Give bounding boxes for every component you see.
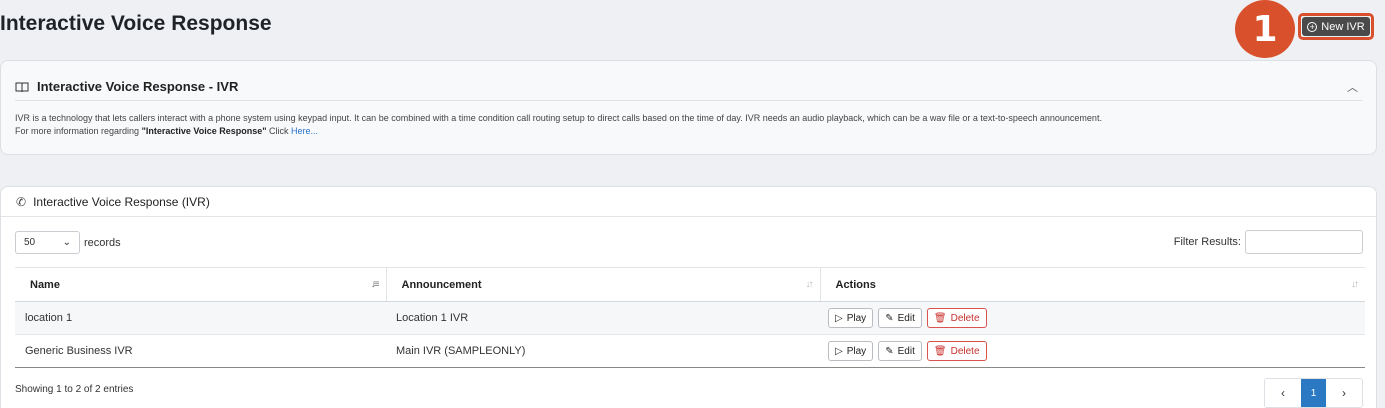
sort-icon: ↓↑ [805,279,814,290]
phone-icon: ✆ [16,194,27,209]
step-badge: 1 [1235,0,1295,58]
play-icon: ▷ [835,312,843,324]
prev-page-button[interactable]: ‹ [1265,379,1301,407]
column-header-name[interactable]: Name ↓≡ [15,267,386,302]
more-info-topic: "Interactive Voice Response" [141,126,267,136]
table-panel-header: ✆ Interactive Voice Response (IVR) [1,187,1376,217]
delete-label: Delete [950,312,980,324]
trash-icon: 🗑 [933,312,947,324]
delete-button[interactable]: 🗑 Delete [926,341,987,361]
play-icon: ▷ [835,345,843,357]
edit-label: Edit [897,345,915,357]
edit-button[interactable]: ✎ Edit [878,308,922,328]
records-per-page-select[interactable]: 50 ⌄ [15,231,80,254]
ivr-table-panel: ✆ Interactive Voice Response (IVR) 50 ⌄ … [0,186,1377,408]
records-per-page-value: 50 [24,237,36,248]
filter-control: Filter Results: [1174,230,1363,254]
info-panel-title: Interactive Voice Response - IVR [37,79,239,94]
play-button[interactable]: ▷ Play [828,308,874,328]
plus-circle-icon: + [1307,21,1318,32]
delete-button[interactable]: 🗑 Delete [926,308,987,328]
ivr-info-panel: Interactive Voice Response - IVR ︿ IVR i… [0,60,1377,155]
edit-button[interactable]: ✎ Edit [878,341,922,361]
row-name: location 1 [15,301,386,335]
new-ivr-highlight: + New IVR [1298,13,1374,40]
sort-asc-icon: ↓≡ [370,279,380,290]
help-link[interactable]: Here... [291,126,318,136]
delete-label: Delete [950,345,980,357]
play-label: Play [846,312,867,324]
filter-input[interactable] [1245,230,1363,254]
click-text: Click [269,126,289,136]
column-name-label: Name [30,278,60,291]
next-page-button[interactable]: › [1326,379,1362,407]
column-header-actions[interactable]: Actions ↓↑ [819,267,1365,302]
records-control: 50 ⌄ records [15,231,121,254]
ivr-table: Name ↓≡ Announcement ↓↑ Actions ↓↑ locat… [15,267,1365,368]
play-label: Play [846,345,867,357]
pencil-icon: ✎ [885,312,894,324]
row-actions: ▷ Play ✎ Edit 🗑 Delete [820,334,1365,368]
table-header-row: Name ↓≡ Announcement ↓↑ Actions ↓↑ [15,267,1365,302]
info-panel-header[interactable]: Interactive Voice Response - IVR ︿ [15,73,1362,101]
info-description: IVR is a technology that lets callers in… [15,113,1102,123]
row-announcement: Location 1 IVR [386,301,820,335]
info-panel-body: IVR is a technology that lets callers in… [15,112,1102,138]
new-ivr-button[interactable]: + New IVR [1302,17,1370,36]
row-name: Generic Business IVR [15,334,386,368]
book-icon [15,82,29,92]
column-header-announcement[interactable]: Announcement ↓↑ [385,267,820,302]
table-panel-title: Interactive Voice Response (IVR) [33,194,210,209]
table-row: location 1 Location 1 IVR ▷ Play ✎ Edit 🗑 D… [15,301,1365,335]
page-title: Interactive Voice Response [0,12,272,35]
more-info-prefix: For more information regarding [15,126,140,136]
chevron-up-icon[interactable]: ︿ [1347,79,1358,95]
sort-icon: ↓↑ [1351,279,1359,290]
records-label: records [84,236,121,249]
pagination: ‹ 1 › [1264,378,1363,408]
filter-label: Filter Results: [1173,236,1241,248]
edit-label: Edit [897,312,915,324]
more-info-line: For more information regarding "Interact… [15,125,1102,138]
table-row: Generic Business IVR Main IVR (SAMPLEONL… [15,334,1365,368]
column-actions-label: Actions [835,278,876,291]
chevron-down-icon: ⌄ [62,237,71,248]
entries-summary: Showing 1 to 2 of 2 entries [15,384,134,395]
play-button[interactable]: ▷ Play [828,341,874,361]
row-announcement: Main IVR (SAMPLEONLY) [386,334,820,368]
column-announcement-label: Announcement [401,278,482,291]
new-ivr-label: New IVR [1321,20,1365,33]
pencil-icon: ✎ [885,345,894,357]
page-button-current[interactable]: 1 [1301,379,1326,407]
row-actions: ▷ Play ✎ Edit 🗑 Delete [820,301,1365,335]
trash-icon: 🗑 [933,345,947,357]
